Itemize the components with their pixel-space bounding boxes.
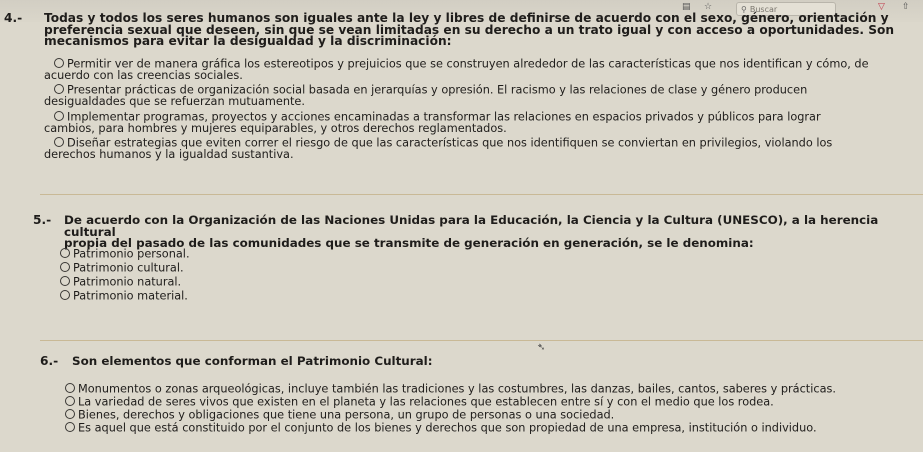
q6-option-3[interactable]: Bienes, derechos y obligaciones que tien… xyxy=(65,409,614,421)
question-6-text: Son elementos que conforman el Patrimoni… xyxy=(72,354,433,368)
divider xyxy=(40,340,923,341)
radio-button[interactable] xyxy=(54,58,64,68)
q6-option-4[interactable]: Es aquel que está constituido por el con… xyxy=(65,422,817,434)
radio-button[interactable] xyxy=(65,409,75,419)
q5-option-4[interactable]: Patrimonio material. xyxy=(60,290,188,302)
radio-button[interactable] xyxy=(60,248,70,258)
question-5-text: De acuerdo con la Organización de las Na… xyxy=(64,213,879,250)
mouse-cursor-icon: ➴ xyxy=(537,342,546,353)
radio-button[interactable] xyxy=(65,383,75,393)
question-4-number: 4.- xyxy=(4,11,23,25)
q5-option-3[interactable]: Patrimonio natural. xyxy=(60,276,181,288)
q5-option-2[interactable]: Patrimonio cultural. xyxy=(60,262,184,274)
q4-option-3[interactable]: Implementar programas, proyectos y accio… xyxy=(44,111,919,134)
question-5-number: 5.- xyxy=(33,213,52,227)
radio-button[interactable] xyxy=(60,290,70,300)
q4-option-1[interactable]: Permitir ver de manera gráfica los ester… xyxy=(44,58,919,81)
q4-option-4[interactable]: Diseñar estrategias que eviten correr el… xyxy=(44,137,919,160)
q4-option-2[interactable]: Presentar prácticas de organización soci… xyxy=(44,84,919,107)
divider xyxy=(40,194,923,195)
radio-button[interactable] xyxy=(54,137,64,147)
share-icon[interactable]: ⇧ xyxy=(902,2,910,13)
q6-option-1[interactable]: Monumentos o zonas arqueológicas, incluy… xyxy=(65,383,836,395)
radio-button[interactable] xyxy=(65,422,75,432)
radio-button[interactable] xyxy=(65,396,75,406)
q6-option-2[interactable]: La variedad de seres vivos que existen e… xyxy=(65,396,774,408)
question-4-text: Todas y todos los seres humanos son igua… xyxy=(44,11,895,48)
radio-button[interactable] xyxy=(54,111,64,121)
radio-button[interactable] xyxy=(60,276,70,286)
question-6-number: 6.- xyxy=(40,354,59,368)
q5-option-1[interactable]: Patrimonio personal. xyxy=(60,248,190,260)
radio-button[interactable] xyxy=(60,262,70,272)
radio-button[interactable] xyxy=(54,84,64,94)
